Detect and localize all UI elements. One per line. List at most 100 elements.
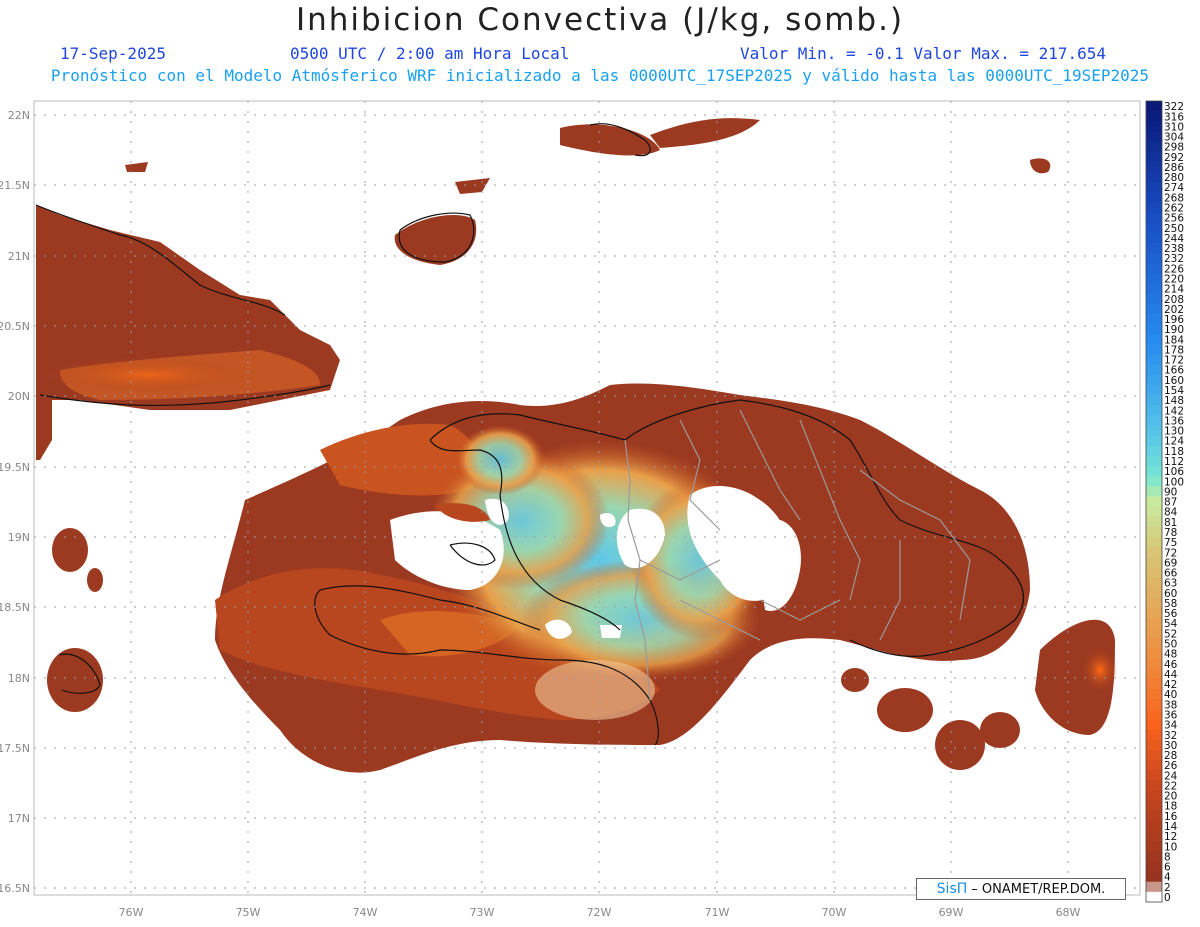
lon-label: 69W — [939, 906, 964, 919]
lat-label: 19N — [8, 531, 30, 544]
lon-label: 72W — [587, 906, 612, 919]
colorbar-swatch — [1146, 161, 1162, 173]
colorbar-swatch — [1146, 324, 1162, 335]
colorbar-swatch — [1146, 384, 1162, 396]
min-max-values: Valor Min. = -0.1 Valor Max. = 217.654 — [740, 44, 1107, 63]
colorbar-swatch — [1146, 567, 1162, 579]
cin-map: 22N 21.5N 21N 20.5N 20N 19.5N 19N 18.5N … — [0, 100, 1184, 919]
colorbar-swatch — [1146, 445, 1162, 457]
colorbar-swatch — [1146, 425, 1162, 437]
colorbar-swatch — [1146, 536, 1162, 548]
colorbar-swatch — [1146, 253, 1162, 264]
colorbar-swatch — [1146, 395, 1162, 406]
colorbar-swatch — [1146, 628, 1162, 639]
lat-label: 18.5N — [0, 601, 30, 614]
lat-label: 16.5N — [0, 882, 30, 895]
brand-logo-text: SisΠ — [936, 881, 968, 897]
colorbar-swatch — [1146, 313, 1162, 325]
lat-label: 22N — [8, 109, 30, 122]
colorbar-swatch — [1146, 577, 1162, 589]
colorbar-swatch — [1146, 151, 1162, 163]
colorbar-swatch — [1146, 861, 1162, 873]
colorbar-swatch — [1146, 648, 1162, 660]
lon-label: 68W — [1056, 906, 1081, 919]
colorbar-swatch — [1146, 820, 1162, 832]
colorbar-swatch — [1146, 851, 1162, 862]
colorbar-swatch — [1146, 587, 1162, 599]
colorbar-swatch — [1146, 131, 1162, 143]
colorbar-swatch — [1146, 678, 1162, 690]
colorbar-swatch — [1146, 689, 1162, 700]
colorbar-swatch — [1146, 770, 1162, 781]
colorbar-swatch — [1146, 547, 1162, 558]
colorbar-swatch — [1146, 557, 1162, 568]
lat-labels: 22N 21.5N 21N 20.5N 20N 19.5N 19N 18.5N … — [0, 109, 30, 895]
colorbar-swatch — [1146, 111, 1162, 122]
colorbar-swatch — [1146, 435, 1162, 447]
lon-label: 74W — [353, 906, 378, 919]
lat-label: 21.5N — [0, 179, 30, 192]
colorbar-swatch — [1146, 831, 1162, 842]
colorbar-swatch — [1146, 709, 1162, 720]
credit-text: – ONAMET/REP.DOM. — [971, 881, 1106, 897]
colorbar-swatch — [1146, 374, 1162, 386]
colorbar-swatch — [1146, 810, 1162, 822]
lon-label: 75W — [236, 906, 261, 919]
lat-label: 20.5N — [0, 320, 30, 333]
credit-box: SisΠ – ONAMET/REP.DOM. — [916, 878, 1126, 900]
lon-label: 71W — [705, 906, 730, 919]
colorbar-swatch — [1146, 141, 1162, 153]
colorbar-swatch — [1146, 283, 1162, 295]
colorbar-swatch — [1146, 871, 1162, 883]
colorbar-swatch — [1146, 800, 1162, 812]
map-title: Inhibicion Convectiva (J/kg, somb.) — [295, 2, 905, 38]
colorbar-swatch — [1146, 344, 1162, 355]
colorbar-swatch — [1146, 466, 1162, 477]
colorbar-swatch — [1146, 597, 1162, 609]
colorbar-swatch — [1146, 891, 1162, 903]
colorbar-swatch — [1146, 496, 1162, 508]
lat-label: 19.5N — [0, 461, 30, 474]
colorbar-swatch — [1146, 729, 1162, 741]
colorbar-swatch — [1146, 516, 1162, 528]
lat-label: 17N — [8, 812, 30, 825]
colorbar-swatch — [1146, 506, 1162, 518]
lon-label: 76W — [119, 906, 144, 919]
colorbar-swatch — [1146, 171, 1162, 183]
colorbar-swatch — [1146, 780, 1162, 791]
lat-label: 18N — [8, 672, 30, 685]
colorbar-swatch — [1146, 658, 1162, 670]
colorbar-swatch — [1146, 415, 1162, 426]
forecast-date: 17-Sep-2025 — [60, 44, 166, 63]
colorbar-swatch — [1146, 202, 1162, 214]
colorbar-swatch — [1146, 719, 1162, 731]
colorbar-swatch — [1146, 242, 1162, 254]
lat-label: 17.5N — [0, 742, 30, 755]
colorbar: 3223163103042982922862802742682622562502… — [1145, 100, 1184, 904]
colorbar-swatch — [1146, 455, 1162, 467]
colorbar-swatch — [1146, 760, 1162, 771]
colorbar-swatch — [1146, 841, 1162, 852]
forecast-time: 0500 UTC / 2:00 am Hora Local — [290, 44, 570, 63]
colorbar-swatch — [1146, 273, 1162, 285]
colorbar-swatch — [1146, 364, 1162, 376]
colorbar-swatch — [1146, 739, 1162, 751]
colorbar-swatch — [1146, 638, 1162, 650]
colorbar-swatch — [1146, 486, 1162, 497]
colorbar-swatch — [1146, 293, 1162, 305]
model-info-line: Pronóstico con el Modelo Atmósferico WRF… — [50, 66, 1150, 85]
colorbar-swatch — [1146, 334, 1162, 345]
colorbar-swatch — [1146, 182, 1162, 193]
colorbar-tick-label: 0 — [1164, 892, 1171, 904]
colorbar-swatch — [1146, 699, 1162, 710]
lat-label: 20N — [8, 390, 30, 403]
colorbar-swatch — [1146, 526, 1162, 538]
colorbar-swatch — [1146, 263, 1162, 274]
colorbar-swatch — [1146, 618, 1162, 629]
colorbar-swatch — [1146, 212, 1162, 224]
colorbar-swatch — [1146, 121, 1162, 132]
colorbar-swatch — [1146, 749, 1162, 761]
colorbar-swatch — [1146, 476, 1162, 487]
colorbar-swatch — [1146, 354, 1162, 366]
colorbar-swatch — [1146, 101, 1162, 112]
